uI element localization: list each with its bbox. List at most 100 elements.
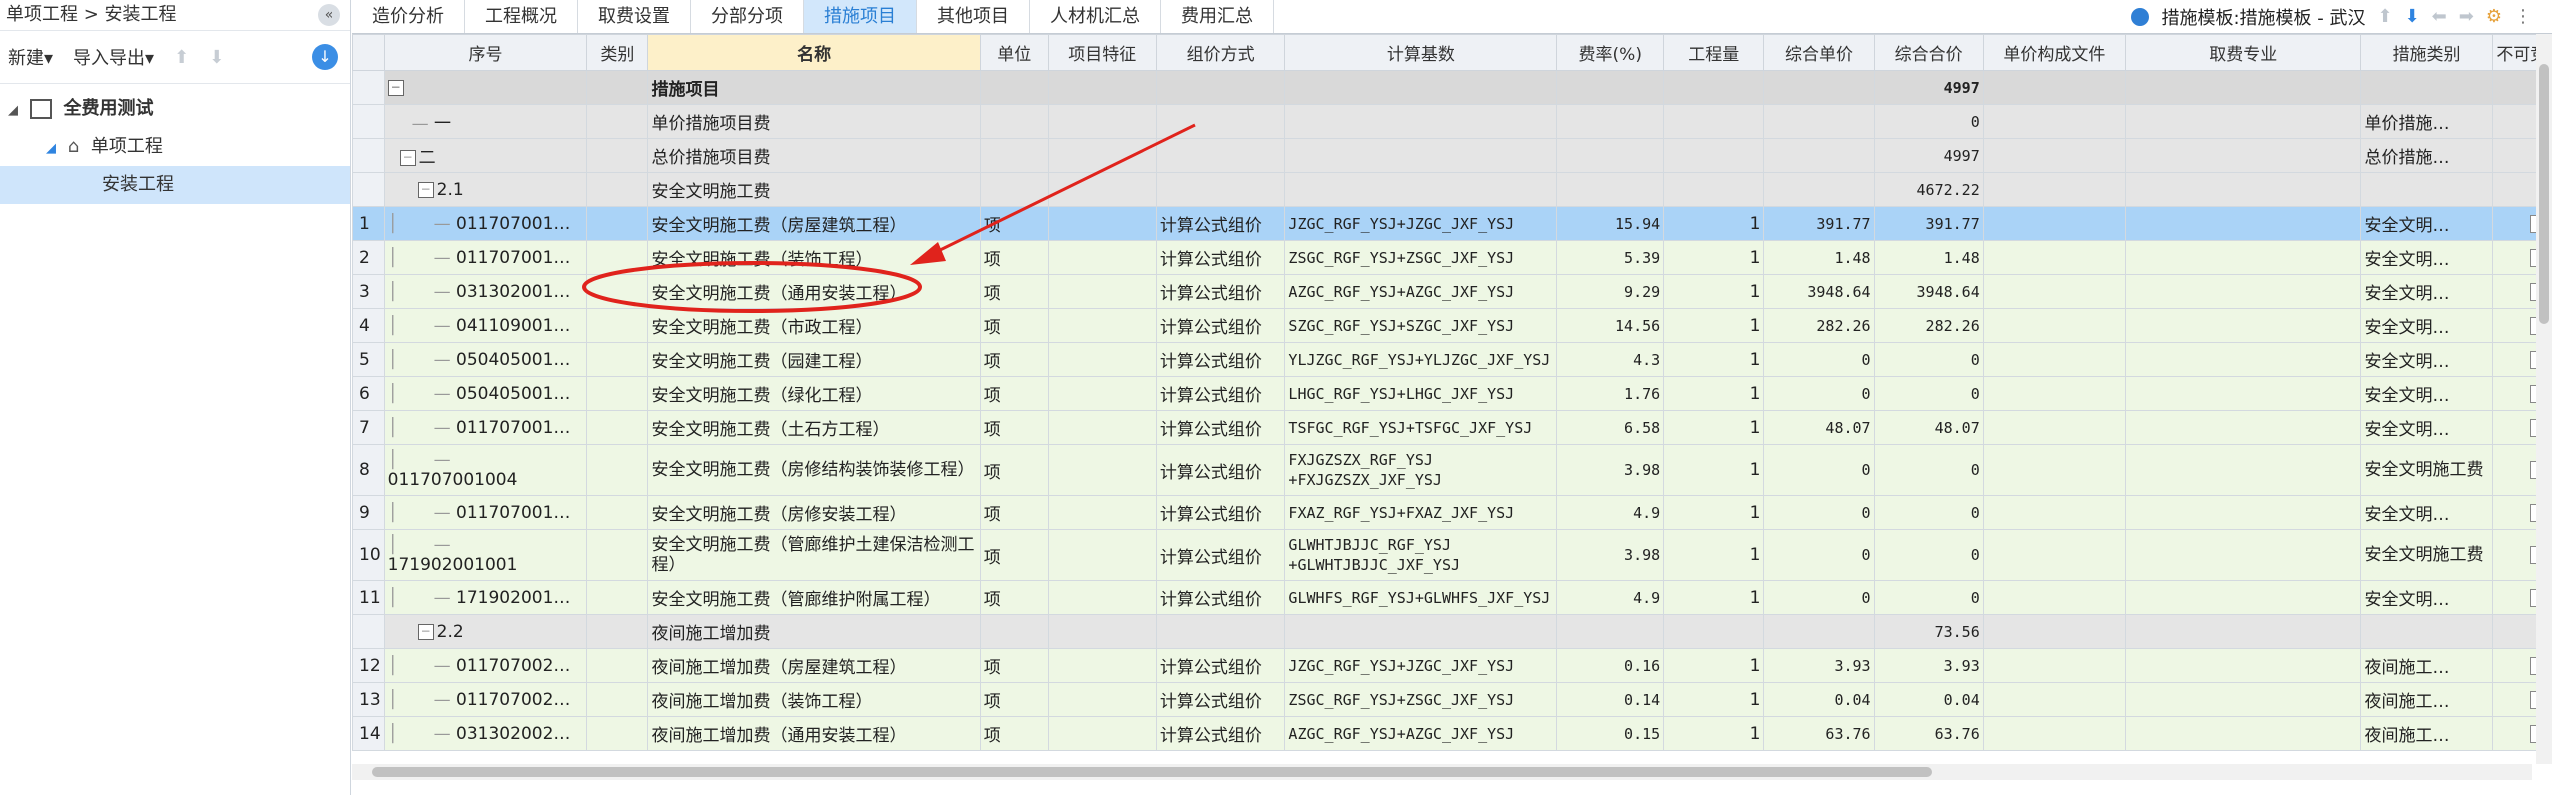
cell-measure-category[interactable]: 总价措施… xyxy=(2360,138,2493,173)
cell-qty[interactable]: 1 xyxy=(1663,274,1765,309)
cell-fee-specialty[interactable] xyxy=(2125,648,2362,683)
cell-total[interactable]: 48.07 xyxy=(1873,410,1984,445)
arrow-down-icon[interactable]: ⬇ xyxy=(2405,6,2420,27)
cell-code[interactable]: │ — 171902001… xyxy=(383,580,588,615)
cell-unit[interactable]: 项 xyxy=(979,410,1049,445)
tree-item-root[interactable]: ◢ 全费用测试 xyxy=(0,90,350,128)
cell-rate[interactable]: 14.56 xyxy=(1556,308,1665,343)
cell-qty[interactable]: 1 xyxy=(1663,495,1765,530)
cell-code[interactable]: — 一 xyxy=(383,104,588,139)
cell-measure-category[interactable]: 安全文明… xyxy=(2360,495,2493,530)
cell-unit[interactable]: 项 xyxy=(979,580,1049,615)
cell-name[interactable]: 夜间施工增加费（装饰工程） xyxy=(647,682,981,717)
table-row[interactable]: 1 │ — 011707001… 安全文明施工费（房屋建筑工程）项计算公式组价 JZGC… xyxy=(352,206,2552,241)
tab-fee-settings[interactable]: 取费设置 xyxy=(578,0,691,33)
cell-fee-specialty[interactable] xyxy=(2125,614,2362,649)
cell-rate[interactable]: 15.94 xyxy=(1556,206,1665,241)
cell-unit[interactable]: 项 xyxy=(979,495,1049,530)
cell-base[interactable] xyxy=(1284,172,1558,207)
cell-name[interactable]: 安全文明施工费（绿化工程） xyxy=(647,376,981,411)
cell-price-file[interactable] xyxy=(1982,444,2127,496)
cell-feature[interactable] xyxy=(1047,580,1157,615)
cell-unit[interactable]: 项 xyxy=(979,529,1049,581)
col-header[interactable]: 单价构成文件 xyxy=(1982,34,2127,71)
cell-unit[interactable] xyxy=(979,614,1049,649)
cell-code[interactable]: │ — 041109001… xyxy=(383,308,588,343)
cell-base[interactable]: GLWHTJBJJC_RGF_YSJ +GLWHTJBJJC_JXF_YSJ xyxy=(1284,529,1558,581)
cell-unit-price[interactable]: 0 xyxy=(1763,495,1875,530)
cell-price-file[interactable] xyxy=(1982,410,2127,445)
tab-labor-material-summary[interactable]: 人材机汇总 xyxy=(1030,0,1161,33)
cell-measure-category[interactable]: 夜间施工… xyxy=(2360,682,2493,717)
col-header[interactable]: 项目特征 xyxy=(1047,34,1157,71)
cell-base[interactable]: ZSGC_RGF_YSJ+ZSGC_JXF_YSJ xyxy=(1284,240,1558,275)
cell-fee-specialty[interactable] xyxy=(2125,104,2362,139)
cell-measure-category[interactable]: 安全文明… xyxy=(2360,308,2493,343)
cell-name[interactable]: 安全文明施工费（房屋建筑工程） xyxy=(647,206,981,241)
cell-code[interactable]: │ — 171902001001 xyxy=(383,529,588,581)
cell-price-file[interactable] xyxy=(1982,104,2127,139)
table-row[interactable]: −2.1 安全文明施工费 4672.22 xyxy=(352,172,2552,207)
cell-name[interactable]: 单价措施项目费 xyxy=(647,104,981,139)
cell-qty[interactable]: 1 xyxy=(1663,716,1765,751)
cell-total[interactable]: 73.56 xyxy=(1873,614,1984,649)
tab-sub-items[interactable]: 分部分项 xyxy=(691,0,804,33)
cell-method[interactable]: 计算公式组价 xyxy=(1155,376,1286,411)
cell-fee-specialty[interactable] xyxy=(2125,274,2362,309)
cell-measure-category[interactable]: 安全文明… xyxy=(2360,342,2493,377)
col-header[interactable]: 计算基数 xyxy=(1284,34,1558,71)
cell-code[interactable]: │ — 011707001… xyxy=(383,410,588,445)
row-number[interactable]: 13 xyxy=(352,682,385,717)
cell-measure-category[interactable] xyxy=(2360,614,2493,649)
cell-unit[interactable]: 项 xyxy=(979,376,1049,411)
cell-price-file[interactable] xyxy=(1982,580,2127,615)
cell-name[interactable]: 安全文明施工费（房修安装工程） xyxy=(647,495,981,530)
cell-method[interactable]: 计算公式组价 xyxy=(1155,444,1286,496)
tab-measures[interactable]: 措施项目 xyxy=(804,0,917,33)
cell-fee-specialty[interactable] xyxy=(2125,172,2362,207)
expand-icon[interactable]: ◢ xyxy=(46,141,56,156)
cell-total[interactable]: 282.26 xyxy=(1873,308,1984,343)
cell-name[interactable]: 总价措施项目费 xyxy=(647,138,981,173)
table-row[interactable]: − 措施项目 4997 xyxy=(352,70,2552,105)
cell-qty[interactable] xyxy=(1663,172,1765,207)
cell-measure-category[interactable]: 安全文明… xyxy=(2360,274,2493,309)
cell-category[interactable] xyxy=(586,274,649,309)
cell-price-file[interactable] xyxy=(1982,138,2127,173)
cell-total[interactable]: 4997 xyxy=(1873,138,1984,173)
cell-qty[interactable]: 1 xyxy=(1663,308,1765,343)
cell-unit[interactable]: 项 xyxy=(979,206,1049,241)
cell-base[interactable] xyxy=(1284,138,1558,173)
cell-name[interactable]: 安全文明施工费（园建工程） xyxy=(647,342,981,377)
cell-name[interactable]: 安全文明施工费（土石方工程） xyxy=(647,410,981,445)
cell-category[interactable] xyxy=(586,240,649,275)
cell-base[interactable]: SZGC_RGF_YSJ+SZGC_JXF_YSJ xyxy=(1284,308,1558,343)
table-row[interactable]: 10 │ — 171902001001 安全文明施工费（管廊维护土建保洁检测工程）项计… xyxy=(352,529,2552,581)
col-header[interactable]: 组价方式 xyxy=(1155,34,1286,71)
cell-unit-price[interactable]: 3.93 xyxy=(1763,648,1875,683)
cell-measure-category[interactable]: 夜间施工… xyxy=(2360,716,2493,751)
cell-method[interactable] xyxy=(1155,614,1286,649)
row-number[interactable]: 1 xyxy=(352,206,385,241)
cell-total[interactable]: 391.77 xyxy=(1873,206,1984,241)
cell-rate[interactable] xyxy=(1556,614,1665,649)
col-header[interactable]: 费率(%) xyxy=(1556,34,1665,71)
cell-base[interactable]: JZGC_RGF_YSJ+JZGC_JXF_YSJ xyxy=(1284,648,1558,683)
cell-method[interactable]: 计算公式组价 xyxy=(1155,308,1286,343)
cell-code[interactable]: − 二 xyxy=(383,138,588,173)
more-icon[interactable]: ⋮ xyxy=(2514,6,2532,27)
cell-price-file[interactable] xyxy=(1982,342,2127,377)
cell-measure-category[interactable]: 安全文明… xyxy=(2360,206,2493,241)
cell-category[interactable] xyxy=(586,376,649,411)
cell-feature[interactable] xyxy=(1047,342,1157,377)
row-number[interactable] xyxy=(352,172,385,207)
cell-total[interactable]: 0 xyxy=(1873,444,1984,496)
cell-measure-category[interactable] xyxy=(2360,70,2493,105)
cell-total[interactable]: 4672.22 xyxy=(1873,172,1984,207)
cell-code[interactable]: │ — 011707002… xyxy=(383,648,588,683)
cell-price-file[interactable] xyxy=(1982,308,2127,343)
cell-unit[interactable]: 项 xyxy=(979,716,1049,751)
cell-feature[interactable] xyxy=(1047,376,1157,411)
cell-feature[interactable] xyxy=(1047,308,1157,343)
cell-category[interactable] xyxy=(586,206,649,241)
